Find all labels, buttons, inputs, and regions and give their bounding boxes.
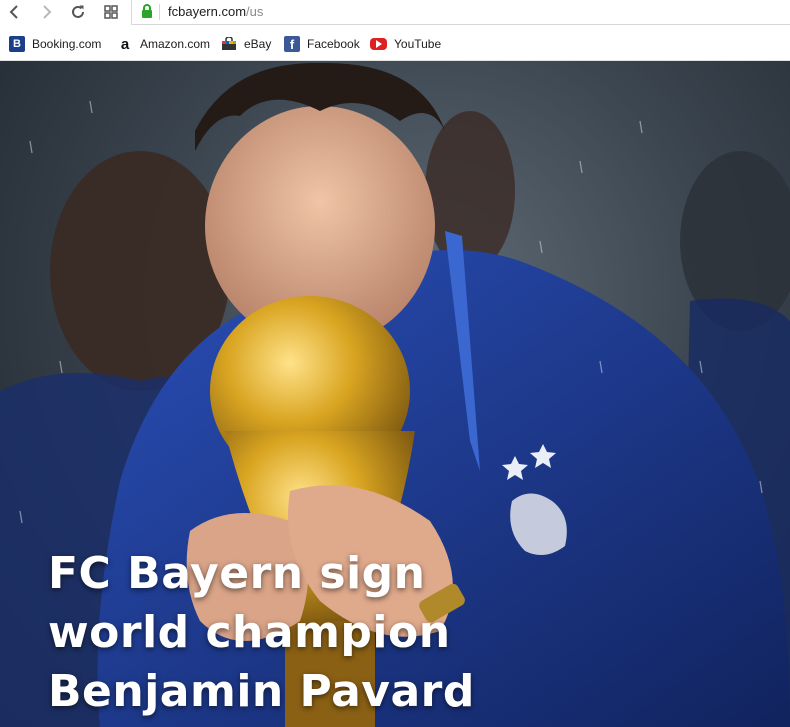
bookmark-amazon[interactable]: a Amazon.com: [117, 35, 210, 53]
headline-line: Benjamin Pavard: [48, 666, 475, 717]
lock-icon: [141, 4, 153, 24]
bookmark-label: Amazon.com: [140, 37, 211, 51]
background-player-face: [425, 111, 515, 271]
headline-line: FC Bayern sign: [48, 548, 426, 599]
amazon-icon: a: [120, 35, 130, 53]
back-icon[interactable]: [3, 1, 25, 23]
ebay-icon: [221, 36, 237, 52]
address-bar[interactable]: fcbayern.com/us: [131, 0, 790, 25]
booking-icon: B: [9, 36, 25, 52]
bookmark-booking[interactable]: B Booking.com: [9, 35, 101, 53]
bookmark-facebook[interactable]: f Facebook: [284, 35, 360, 53]
hero-headline[interactable]: FC Bayern sign world champion Benjamin P…: [48, 544, 475, 721]
headline-line: world champion: [48, 607, 451, 658]
url-domain: fcbayern.com: [168, 4, 247, 19]
bookmark-label: Booking.com: [32, 37, 102, 51]
apps-icon[interactable]: [100, 1, 122, 23]
bookmark-youtube[interactable]: YouTube: [370, 35, 441, 53]
bookmark-label: YouTube: [394, 37, 442, 51]
youtube-icon: [370, 38, 387, 50]
url-divider: [159, 4, 160, 20]
bookmarks-bar: B Booking.com a Amazon.com eBay f Facebo…: [0, 26, 790, 61]
bookmark-ebay[interactable]: eBay: [221, 35, 271, 53]
bookmark-label: Facebook: [307, 37, 360, 51]
hero-banner[interactable]: FC Bayern sign world champion Benjamin P…: [0, 61, 790, 727]
url-text[interactable]: fcbayern.com/us: [168, 4, 263, 19]
forward-icon[interactable]: [36, 1, 58, 23]
browser-toolbar: fcbayern.com/us: [0, 0, 790, 26]
url-path: /us: [246, 4, 264, 19]
facebook-icon: f: [284, 36, 300, 52]
bookmark-label: eBay: [244, 37, 272, 51]
reload-icon[interactable]: [67, 1, 89, 23]
